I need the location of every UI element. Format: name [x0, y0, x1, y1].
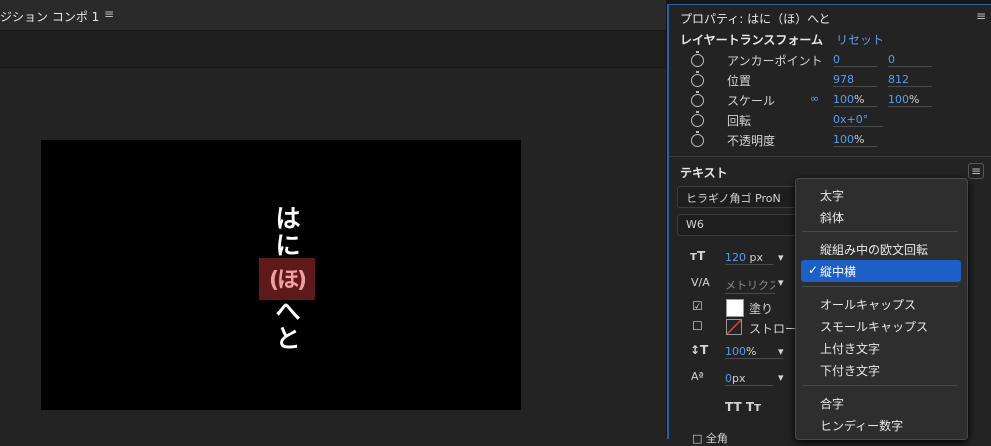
stopwatch-icon[interactable] [691, 91, 704, 107]
transform-header: レイヤートランスフォーム [680, 33, 824, 47]
kerning-chevron-down-icon[interactable]: ▾ [778, 276, 784, 289]
leading-icon: ↕T [690, 343, 709, 357]
canvas-char: と [275, 324, 301, 353]
opacity-value: 100 [833, 133, 854, 146]
leading-chevron-down-icon[interactable]: ▾ [778, 345, 784, 358]
scale-y-value: 100 [888, 93, 909, 106]
font-size-unit: px [749, 251, 764, 264]
scale-x-field[interactable]: 100% [833, 93, 877, 107]
composition-tab-title[interactable]: ジション コンポ 1 [0, 8, 99, 25]
menu-item-all-caps[interactable]: オールキャップス [820, 296, 916, 313]
font-size-value: 120 [725, 251, 746, 264]
composition-tab-bar: ジション コンポ 1 ≡ [0, 0, 666, 31]
anchor-point-label: アンカーポイント [727, 54, 823, 68]
font-size-field[interactable]: 120 px [725, 251, 773, 265]
baseline-unit: px [732, 372, 746, 385]
menu-item-bold[interactable]: 太字 [820, 187, 844, 204]
bottom-cut-row[interactable]: □ 全角 [692, 430, 728, 446]
leading-value: 100 [725, 345, 746, 358]
opacity-label: 不透明度 [727, 134, 776, 148]
scale-y-unit: % [909, 93, 920, 106]
anchor-x-field[interactable]: 0 [833, 53, 877, 67]
stopwatch-icon[interactable] [691, 131, 704, 147]
scale-x-unit: % [854, 93, 865, 106]
vertical-text-top: は に [271, 205, 305, 259]
section-divider [669, 156, 991, 157]
caps-buttons[interactable]: TT Tт [725, 400, 761, 414]
baseline-field[interactable]: 0px [725, 372, 773, 386]
position-y-field[interactable]: 812 [888, 73, 932, 87]
text-options-menu: 太字 斜体 縦組み中の欧文回転 ✓ 縦中横 オールキャップス スモールキャップス… [795, 178, 968, 440]
position-label: 位置 [727, 74, 752, 88]
menu-item-small-caps[interactable]: スモールキャップス [820, 318, 928, 335]
menu-separator [802, 231, 958, 232]
tate-chu-yoko-text: (ほ) [268, 268, 307, 293]
menu-item-subscript[interactable]: 下付き文字 [820, 362, 880, 379]
menu-separator [802, 286, 958, 287]
baseline-shift-icon: Aª [691, 370, 704, 383]
anchor-y-field[interactable]: 0 [888, 53, 932, 67]
stopwatch-icon[interactable] [691, 111, 704, 127]
leading-field[interactable]: 100% [725, 345, 783, 359]
fill-checkbox[interactable]: ☑ [692, 299, 703, 313]
constrain-link-icon[interactable]: ∞ [810, 92, 819, 105]
leading-unit: % [746, 345, 757, 358]
menu-item-hindi-digits[interactable]: ヒンディー数字 [820, 417, 903, 434]
vertical-text-bottom: へ と [271, 298, 305, 352]
text-options-menu-icon[interactable]: ≡ [968, 163, 984, 179]
stroke-checkbox[interactable]: ☐ [692, 319, 703, 333]
position-x-field[interactable]: 978 [833, 73, 877, 87]
stopwatch-icon[interactable] [691, 51, 704, 67]
stopwatch-icon[interactable] [691, 71, 704, 87]
font-style-value: W6 [686, 218, 704, 231]
composition-panel: ジション コンポ 1 ≡ は に (ほ) へ と [0, 0, 666, 438]
menu-item-tate-chu-yoko[interactable]: ✓ 縦中横 [801, 260, 961, 282]
rotation-field[interactable]: 0x+0° [833, 113, 883, 127]
menu-item-label: 縦中横 [820, 265, 857, 279]
baseline-chevron-down-icon[interactable]: ▾ [778, 371, 784, 384]
kerning-field[interactable]: メトリクス [725, 277, 775, 294]
text-section-header: テキスト [680, 166, 728, 180]
opacity-field[interactable]: 100% [833, 133, 877, 147]
menu-item-vertical-roman-rotation[interactable]: 縦組み中の欧文回転 [820, 241, 928, 258]
font-family-value: ヒラギノ角ゴ ProN [686, 192, 781, 205]
font-family-dropdown[interactable]: ヒラギノ角ゴ ProN [677, 186, 797, 208]
check-icon: ✓ [808, 263, 819, 277]
reset-link[interactable]: リセット [836, 31, 884, 48]
kerning-icon: V/A [691, 276, 710, 289]
opacity-unit: % [854, 133, 865, 146]
menu-item-ligatures[interactable]: 合字 [820, 395, 844, 412]
fill-label: 塗り [749, 302, 774, 316]
scale-x-value: 100 [833, 93, 854, 106]
font-size-icon: тT [690, 249, 706, 263]
font-size-chevron-down-icon[interactable]: ▾ [778, 251, 784, 264]
font-style-dropdown[interactable]: W6 [677, 214, 797, 236]
rotation-label: 回転 [727, 114, 752, 128]
menu-separator [802, 385, 958, 386]
canvas-char: は [275, 204, 301, 233]
stroke-color-swatch[interactable] [726, 319, 742, 335]
fill-color-swatch[interactable] [726, 299, 744, 317]
composition-toolbar-strip [0, 31, 666, 68]
tab-menu-icon[interactable]: ≡ [104, 7, 114, 21]
scale-label: スケール [727, 94, 776, 108]
canvas-char: へ [275, 297, 301, 326]
stroke-label: ストロー [749, 322, 795, 336]
baseline-value: 0 [725, 372, 732, 385]
canvas-char: に [275, 231, 301, 260]
menu-item-italic[interactable]: 斜体 [820, 209, 844, 226]
menu-item-superscript[interactable]: 上付き文字 [820, 340, 880, 357]
properties-menu-icon[interactable]: ≡ [976, 9, 986, 23]
scale-y-field[interactable]: 100% [888, 93, 932, 107]
properties-title: プロパティ: はに（ほ）へと [680, 12, 831, 26]
